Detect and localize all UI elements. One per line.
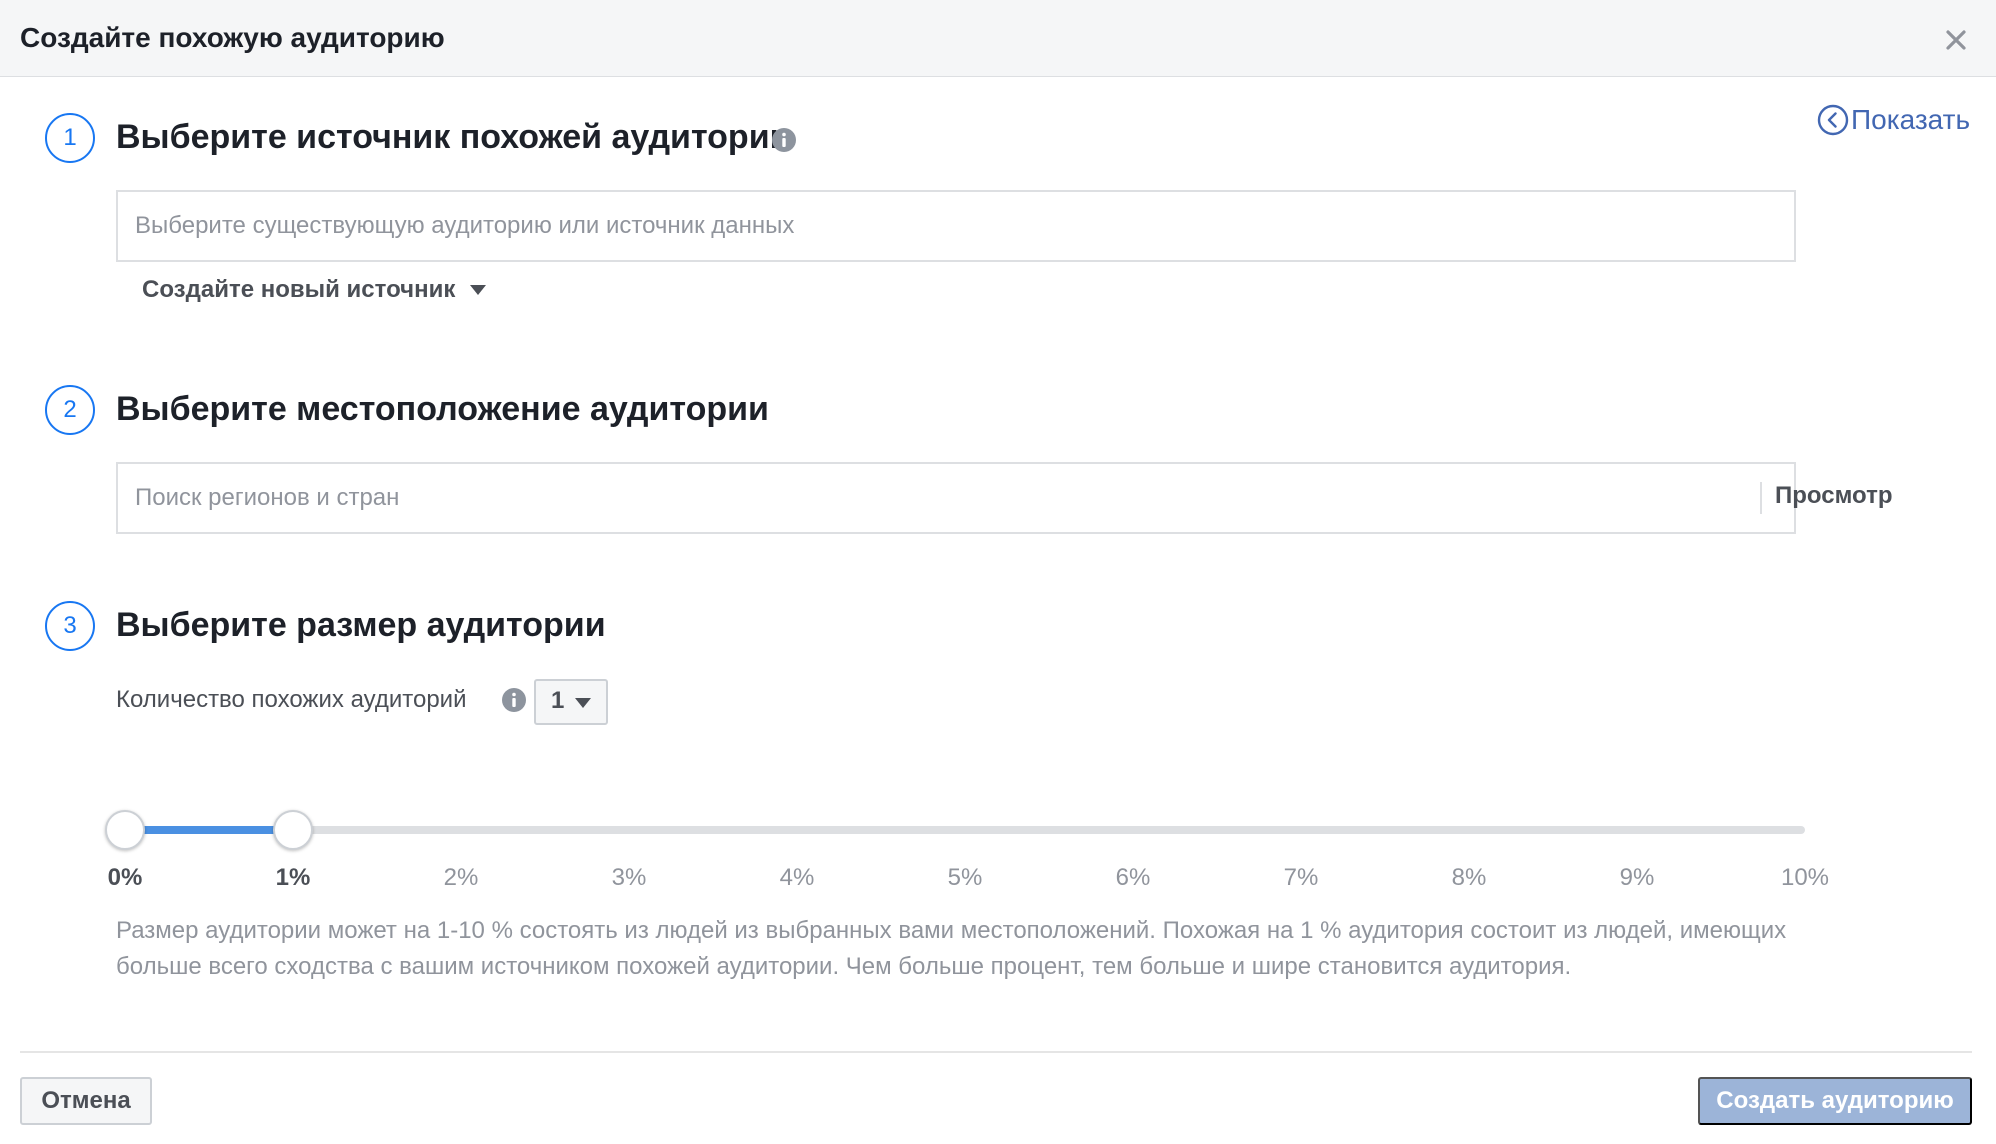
slider-tick-label: 10% xyxy=(1780,864,1830,891)
slider-tick-label: 6% xyxy=(1115,864,1151,891)
create-audience-button[interactable]: Создать аудиторию xyxy=(1698,1077,1972,1125)
slider-tick-label: 5% xyxy=(947,864,983,891)
slider-tick-label: 1% xyxy=(275,864,311,891)
step-1-title: Выберите источник похожей аудитории xyxy=(116,118,791,156)
slider-tick-label: 0% xyxy=(107,864,143,891)
slider-tick-label: 7% xyxy=(1283,864,1319,891)
slider-handle-end[interactable] xyxy=(273,810,313,850)
info-icon[interactable] xyxy=(772,128,796,152)
create-new-source-label: Создайте новый источник xyxy=(142,276,456,303)
browse-button[interactable]: Просмотр xyxy=(1775,480,1893,512)
lookalike-count-select[interactable]: 1 xyxy=(534,679,608,725)
lookalike-count-value: 1 xyxy=(551,687,565,714)
audience-size-description: Размер аудитории может на 1-10 % состоят… xyxy=(116,917,1787,980)
audience-size-slider-track[interactable] xyxy=(125,826,1805,834)
step-3-number: 3 xyxy=(45,601,95,651)
dialog-title: Создайте похожую аудиторию xyxy=(20,22,445,53)
caret-down-icon xyxy=(470,285,487,295)
step-3-title: Выберите размер аудитории xyxy=(116,606,606,644)
slider-tick-label: 4% xyxy=(779,864,815,891)
divider xyxy=(1760,482,1762,514)
dialog-header: Создайте похожую аудиторию xyxy=(0,0,1996,77)
chevron-left-circle-icon xyxy=(1817,104,1849,136)
show-link-label: Показать xyxy=(1851,104,1971,135)
audience-size-slider-fill xyxy=(125,826,293,834)
cancel-button[interactable]: Отмена xyxy=(20,1077,152,1125)
info-icon[interactable] xyxy=(502,688,526,712)
create-new-source-dropdown[interactable]: Создайте новый источник xyxy=(142,272,487,308)
source-input[interactable]: Выберите существующую аудиторию или исто… xyxy=(116,190,1796,262)
show-link[interactable]: Показать xyxy=(1817,102,1970,138)
lookalike-count-label: Количество похожих аудиторий xyxy=(116,686,467,713)
slider-tick-label: 8% xyxy=(1451,864,1487,891)
close-icon[interactable] xyxy=(1943,27,1969,53)
source-input-placeholder: Выберите существующую аудиторию или исто… xyxy=(135,212,795,239)
slider-tick-label: 9% xyxy=(1619,864,1655,891)
step-2-number: 2 xyxy=(45,385,95,435)
step-1-number: 1 xyxy=(45,113,95,163)
slider-tick-label: 3% xyxy=(611,864,647,891)
footer-divider xyxy=(20,1051,1972,1053)
location-search-placeholder: Поиск регионов и стран xyxy=(135,484,400,511)
location-search-input[interactable]: Поиск регионов и стран Просмотр xyxy=(116,462,1893,534)
slider-tick-label: 2% xyxy=(443,864,479,891)
caret-down-icon xyxy=(575,698,591,708)
slider-handle-start[interactable] xyxy=(105,810,145,850)
step-2-title: Выберите местоположение аудитории xyxy=(116,390,769,428)
